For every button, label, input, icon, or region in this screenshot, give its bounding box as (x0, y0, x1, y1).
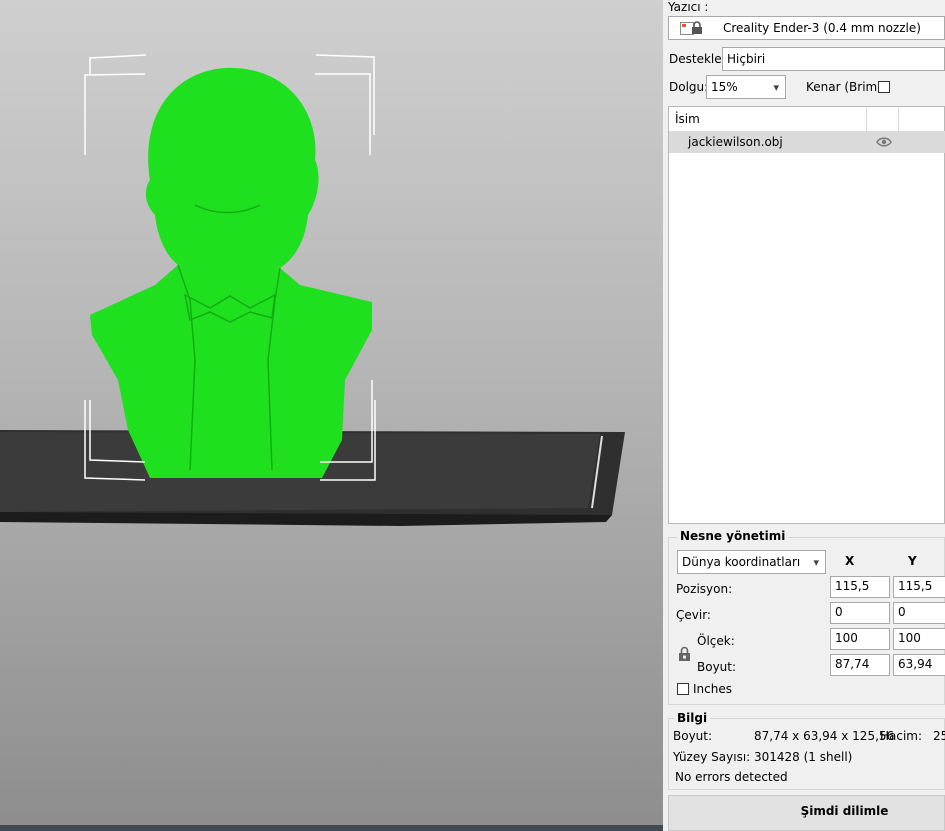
object-list[interactable]: İsim jackiewilson.obj (668, 106, 945, 524)
column-x-header: X (845, 554, 855, 568)
rotate-y-value: 0 (898, 605, 906, 619)
object-name: jackiewilson.obj (688, 135, 783, 149)
scale-y-input[interactable]: 100 (893, 628, 945, 650)
info-faces-label: Yüzey Sayısı: (673, 750, 751, 764)
info-size-label: Boyut: (673, 729, 713, 743)
infill-value: 15% (711, 80, 738, 94)
eye-icon[interactable] (876, 136, 892, 151)
scale-lock-icon[interactable] (678, 646, 691, 664)
viewport-bottom-strip (0, 825, 663, 831)
scale-x-input[interactable]: 100 (830, 628, 890, 650)
brim-checkbox[interactable] (878, 81, 890, 93)
slice-now-label: Şimdi dilimle (800, 804, 889, 818)
scale-y-value: 100 (898, 631, 921, 645)
supports-selector[interactable]: Hiçbiri (722, 47, 945, 71)
column-name-header[interactable]: İsim (675, 112, 700, 126)
size-y-value: 63,94 (898, 657, 933, 671)
position-x-input[interactable]: 115,5 (830, 576, 890, 598)
info-title: Bilgi (674, 711, 711, 725)
scale-x-value: 100 (835, 631, 858, 645)
coordinate-system-selector[interactable]: Dünya koordinatları ▾ (677, 550, 826, 574)
position-label: Pozisyon: (676, 582, 733, 596)
supports-value: Hiçbiri (727, 52, 766, 66)
scene-canvas[interactable] (0, 0, 663, 831)
3d-viewport[interactable] (0, 0, 663, 831)
printer-label: Yazıcı : (668, 0, 709, 14)
infill-selector[interactable]: 15% ▾ (706, 75, 786, 99)
lock-icon (691, 21, 703, 39)
position-x-value: 115,5 (835, 579, 870, 593)
chevron-down-icon: ▾ (813, 556, 819, 569)
inches-label: Inches (693, 682, 732, 696)
printer-name: Creality Ender-3 (0.4 mm nozzle) (723, 21, 921, 35)
object-list-header: İsim (669, 107, 945, 132)
rotate-x-input[interactable]: 0 (830, 602, 890, 624)
position-y-input[interactable]: 115,5 (893, 576, 945, 598)
column-y-header: Y (908, 554, 917, 568)
scale-label: Ölçek: (697, 634, 735, 648)
size-y-input[interactable]: 63,94 (893, 654, 945, 676)
position-y-value: 115,5 (898, 579, 933, 593)
rotate-y-input[interactable]: 0 (893, 602, 945, 624)
info-faces-value: 301428 (1 shell) (754, 750, 853, 764)
model-bust[interactable] (90, 67, 372, 478)
size-x-input[interactable]: 87,74 (830, 654, 890, 676)
coordinate-system-value: Dünya koordinatları (682, 555, 801, 569)
info-volume-value: 25 (933, 729, 945, 743)
object-management-title: Nesne yönetimi (677, 529, 789, 543)
brim-label: Kenar (Brim): (806, 80, 886, 94)
list-item[interactable]: jackiewilson.obj (669, 132, 945, 153)
slice-now-button[interactable]: Şimdi dilimle (668, 795, 945, 831)
info-volume-label: Hacim: (880, 729, 923, 743)
info-errors: No errors detected (675, 770, 788, 784)
size-x-value: 87,74 (835, 657, 870, 671)
size-label: Boyut: (697, 660, 737, 674)
inches-checkbox[interactable] (677, 683, 689, 695)
printer-selector[interactable]: Creality Ender-3 (0.4 mm nozzle) (668, 16, 945, 40)
chevron-down-icon: ▾ (773, 81, 779, 94)
info-size-value: 87,74 x 63,94 x 125,56 (754, 729, 895, 743)
rotate-label: Çevir: (676, 608, 711, 622)
rotate-x-value: 0 (835, 605, 843, 619)
settings-panel: Yazıcı : Creality Ender-3 (0.4 mm nozzle… (668, 0, 945, 831)
infill-label: Dolgu: (669, 80, 709, 94)
